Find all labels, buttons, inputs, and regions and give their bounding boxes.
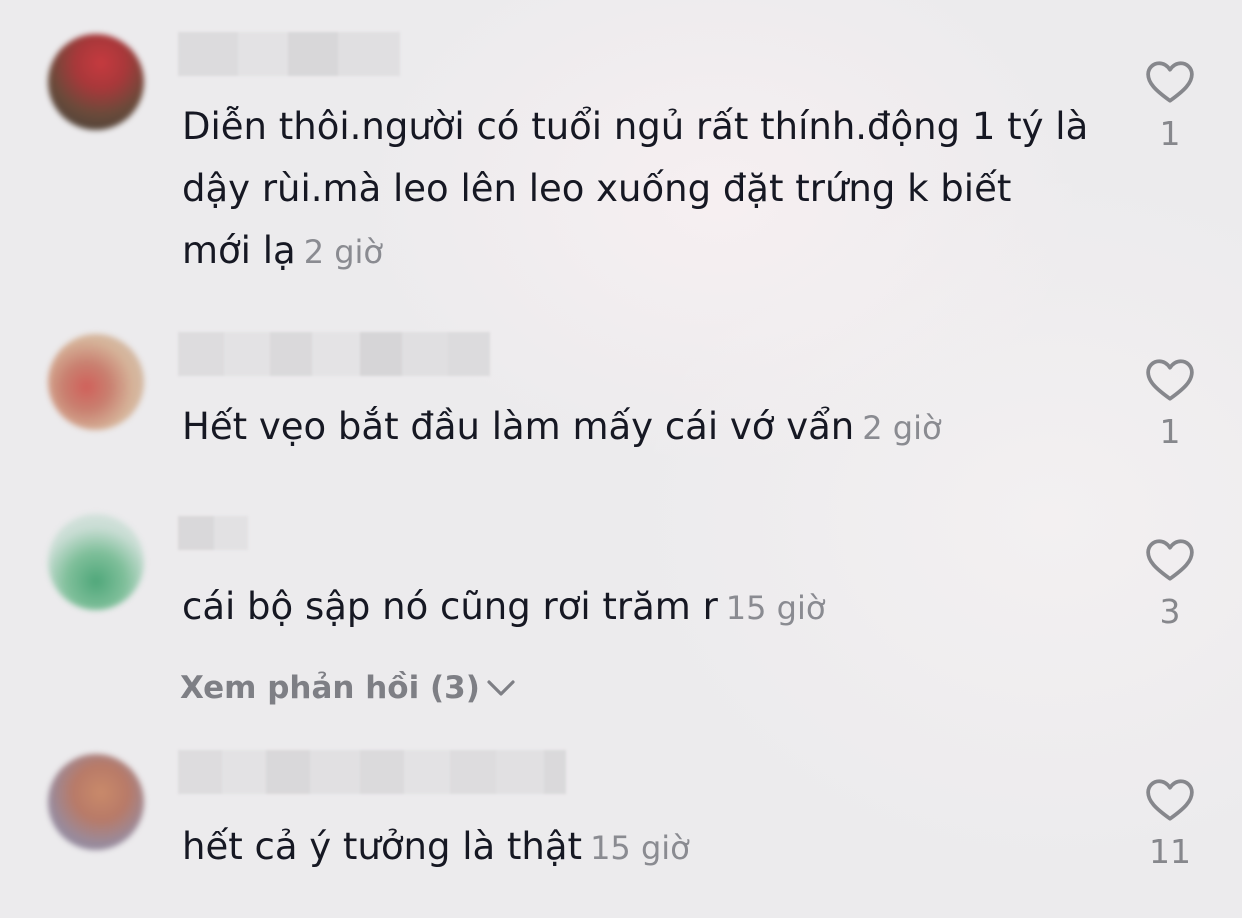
heart-outline-icon <box>1146 359 1194 401</box>
chevron-down-icon <box>487 680 515 696</box>
comment-time: 2 giờ <box>303 233 383 271</box>
like-count: 1 <box>1159 114 1181 153</box>
comment-time: 15 giờ <box>725 589 826 627</box>
heart-outline-icon <box>1146 539 1194 581</box>
comment-text: Hết vẹo bắt đầu làm mấy cái vớ vẩn 2 giờ <box>182 396 1092 459</box>
comment-body: hết cả ý tưởng là thật <box>182 825 583 868</box>
avatar[interactable] <box>48 34 144 130</box>
comment-text: cái bộ sập nó cũng rơi trăm r 15 giờ <box>182 576 1092 639</box>
avatar[interactable] <box>48 334 144 430</box>
heart-outline-icon <box>1146 779 1194 821</box>
view-replies-label: Xem phản hồi (3) <box>180 670 480 706</box>
comment-time: 15 giờ <box>590 829 690 867</box>
username-blurred[interactable] <box>178 32 400 76</box>
comment-body: Hết vẹo bắt đầu làm mấy cái vớ vẩn <box>182 405 855 448</box>
like-count: 11 <box>1149 832 1191 871</box>
like-button[interactable]: 11 <box>1140 778 1200 872</box>
view-replies-button[interactable]: Xem phản hồi (3) <box>180 666 518 710</box>
heart-outline-icon <box>1146 61 1194 103</box>
username-blurred[interactable] <box>178 516 248 550</box>
comment-text: hết cả ý tưởng là thật 15 giờ <box>182 816 1092 879</box>
username-blurred[interactable] <box>178 332 490 376</box>
like-button[interactable]: 1 <box>1140 60 1200 154</box>
comment-body: cái bộ sập nó cũng rơi trăm r <box>182 585 718 628</box>
like-button[interactable]: 1 <box>1140 358 1200 452</box>
comment-text: Diễn thôi.người có tuổi ngủ rất thính.độ… <box>182 96 1092 283</box>
comment-time: 2 giờ <box>862 409 942 447</box>
avatar[interactable] <box>48 754 144 850</box>
username-blurred[interactable] <box>178 750 566 794</box>
like-count: 1 <box>1159 412 1181 451</box>
like-count: 3 <box>1159 592 1181 631</box>
like-button[interactable]: 3 <box>1140 538 1200 632</box>
avatar[interactable] <box>48 514 144 610</box>
